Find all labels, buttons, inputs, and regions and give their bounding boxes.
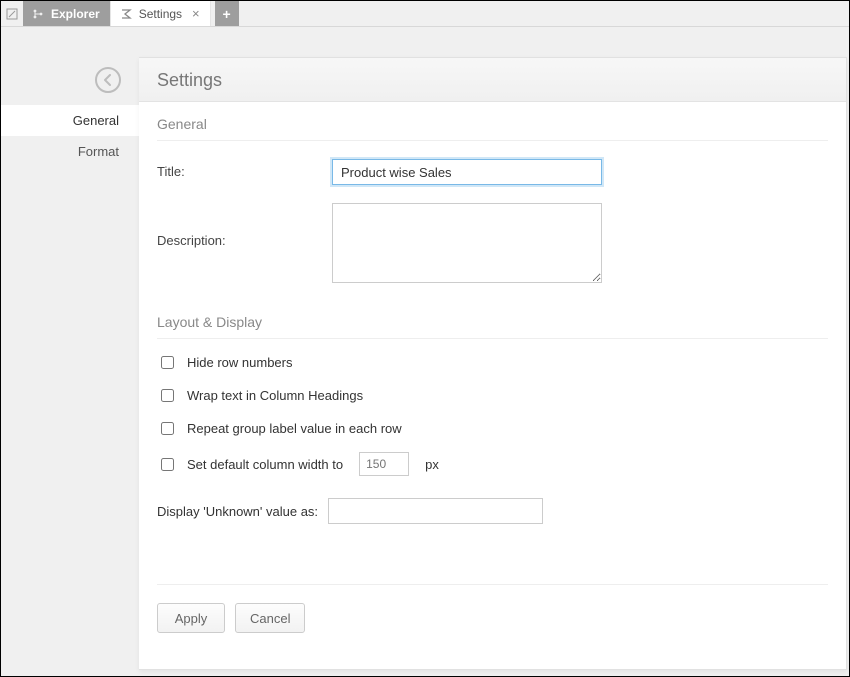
section-heading-general: General <box>157 116 828 141</box>
panel-toggle-icon[interactable] <box>1 1 23 26</box>
label-wrap-text: Wrap text in Column Headings <box>187 388 363 403</box>
label-repeat-group: Repeat group label value in each row <box>187 421 402 436</box>
settings-sidebar: General Format <box>1 27 139 676</box>
checkbox-default-width[interactable] <box>161 458 174 471</box>
label-description: Description: <box>157 203 332 248</box>
main-area: Settings General Title: Description: <box>139 27 849 676</box>
cancel-button[interactable]: Cancel <box>235 603 305 633</box>
apply-button[interactable]: Apply <box>157 603 225 633</box>
checkbox-repeat-group[interactable] <box>161 422 174 435</box>
input-unknown-value[interactable] <box>328 498 543 524</box>
row-wrap-text: Wrap text in Column Headings <box>157 386 828 405</box>
sidebar-item-format[interactable]: Format <box>1 136 139 167</box>
tab-bar: Explorer Settings × + <box>1 1 849 27</box>
input-description[interactable] <box>332 203 602 283</box>
tab-add-button[interactable]: + <box>215 1 239 26</box>
row-repeat-group: Repeat group label value in each row <box>157 419 828 438</box>
row-title: Title: <box>157 159 828 185</box>
label-title: Title: <box>157 159 332 179</box>
sigma-icon <box>119 7 133 21</box>
checkbox-wrap-text[interactable] <box>161 389 174 402</box>
row-default-width: Set default column width to px <box>157 452 828 476</box>
checkbox-hide-row-numbers[interactable] <box>161 356 174 369</box>
row-hide-row-numbers: Hide row numbers <box>157 353 828 372</box>
label-unknown-value: Display 'Unknown' value as: <box>157 504 318 519</box>
sidebar-item-general[interactable]: General <box>1 105 139 136</box>
back-button[interactable] <box>95 67 121 93</box>
section-heading-layout: Layout & Display <box>157 314 828 339</box>
input-title[interactable] <box>332 159 602 185</box>
tab-explorer-label: Explorer <box>51 7 100 21</box>
app-window: Explorer Settings × + General Format Set… <box>0 0 850 677</box>
row-description: Description: <box>157 203 828 286</box>
label-default-width-prefix: Set default column width to <box>187 457 343 472</box>
close-icon[interactable]: × <box>192 7 200 20</box>
chevron-left-icon <box>102 74 114 86</box>
tab-explorer[interactable]: Explorer <box>23 1 111 26</box>
label-default-width-suffix: px <box>425 457 439 472</box>
input-default-width[interactable] <box>359 452 409 476</box>
panel-title: Settings <box>139 58 846 102</box>
panel-body: General Title: Description: <box>139 102 846 669</box>
panel-footer: Apply Cancel <box>157 585 828 651</box>
tab-settings[interactable]: Settings × <box>111 1 211 26</box>
label-hide-row-numbers: Hide row numbers <box>187 355 293 370</box>
tree-icon <box>31 7 45 21</box>
tab-settings-label: Settings <box>139 7 182 21</box>
settings-panel: Settings General Title: Description: <box>139 57 847 670</box>
row-unknown-value: Display 'Unknown' value as: <box>157 498 828 524</box>
